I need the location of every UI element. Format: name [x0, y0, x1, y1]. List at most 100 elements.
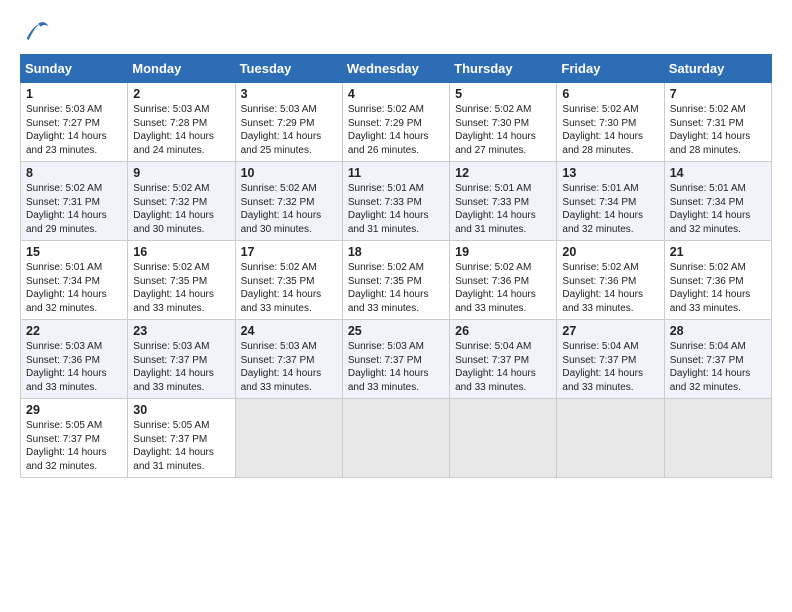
table-row: 18 Sunrise: 5:02 AMSunset: 7:35 PMDaylig…: [342, 241, 449, 320]
day-number: 12: [455, 166, 551, 180]
day-info: Sunrise: 5:04 AMSunset: 7:37 PMDaylight:…: [455, 341, 536, 393]
table-row: 1 Sunrise: 5:03 AMSunset: 7:27 PMDayligh…: [21, 83, 128, 162]
day-number: 19: [455, 245, 551, 259]
table-row: 22 Sunrise: 5:03 AMSunset: 7:36 PMDaylig…: [21, 320, 128, 399]
col-friday: Friday: [557, 55, 664, 83]
day-info: Sunrise: 5:01 AMSunset: 7:34 PMDaylight:…: [26, 262, 107, 314]
day-number: 23: [133, 324, 229, 338]
calendar-header-row: Sunday Monday Tuesday Wednesday Thursday…: [21, 55, 772, 83]
table-row: 10 Sunrise: 5:02 AMSunset: 7:32 PMDaylig…: [235, 162, 342, 241]
day-info: Sunrise: 5:02 AMSunset: 7:32 PMDaylight:…: [133, 183, 214, 235]
day-number: 8: [26, 166, 122, 180]
day-number: 21: [670, 245, 766, 259]
col-sunday: Sunday: [21, 55, 128, 83]
header: [20, 16, 772, 44]
day-number: 3: [241, 87, 337, 101]
day-info: Sunrise: 5:02 AMSunset: 7:36 PMDaylight:…: [562, 262, 643, 314]
day-number: 28: [670, 324, 766, 338]
logo: [20, 16, 56, 44]
day-number: 24: [241, 324, 337, 338]
day-info: Sunrise: 5:05 AMSunset: 7:37 PMDaylight:…: [133, 420, 214, 472]
table-row: 5 Sunrise: 5:02 AMSunset: 7:30 PMDayligh…: [450, 83, 557, 162]
day-number: 9: [133, 166, 229, 180]
day-number: 5: [455, 87, 551, 101]
table-row: 16 Sunrise: 5:02 AMSunset: 7:35 PMDaylig…: [128, 241, 235, 320]
day-number: 13: [562, 166, 658, 180]
day-info: Sunrise: 5:02 AMSunset: 7:35 PMDaylight:…: [133, 262, 214, 314]
table-row: 17 Sunrise: 5:02 AMSunset: 7:35 PMDaylig…: [235, 241, 342, 320]
day-number: 11: [348, 166, 444, 180]
day-info: Sunrise: 5:01 AMSunset: 7:33 PMDaylight:…: [348, 183, 429, 235]
day-info: Sunrise: 5:03 AMSunset: 7:29 PMDaylight:…: [241, 104, 322, 156]
day-number: 1: [26, 87, 122, 101]
table-row: [557, 399, 664, 478]
col-wednesday: Wednesday: [342, 55, 449, 83]
day-number: 26: [455, 324, 551, 338]
table-row: [450, 399, 557, 478]
table-row: 2 Sunrise: 5:03 AMSunset: 7:28 PMDayligh…: [128, 83, 235, 162]
day-number: 25: [348, 324, 444, 338]
day-info: Sunrise: 5:04 AMSunset: 7:37 PMDaylight:…: [670, 341, 751, 393]
calendar-week-row: 15 Sunrise: 5:01 AMSunset: 7:34 PMDaylig…: [21, 241, 772, 320]
day-number: 15: [26, 245, 122, 259]
calendar: Sunday Monday Tuesday Wednesday Thursday…: [20, 54, 772, 478]
table-row: [664, 399, 771, 478]
logo-icon: [20, 16, 52, 44]
calendar-week-row: 22 Sunrise: 5:03 AMSunset: 7:36 PMDaylig…: [21, 320, 772, 399]
col-tuesday: Tuesday: [235, 55, 342, 83]
table-row: 25 Sunrise: 5:03 AMSunset: 7:37 PMDaylig…: [342, 320, 449, 399]
day-info: Sunrise: 5:02 AMSunset: 7:32 PMDaylight:…: [241, 183, 322, 235]
day-info: Sunrise: 5:02 AMSunset: 7:31 PMDaylight:…: [26, 183, 107, 235]
table-row: 27 Sunrise: 5:04 AMSunset: 7:37 PMDaylig…: [557, 320, 664, 399]
table-row: 19 Sunrise: 5:02 AMSunset: 7:36 PMDaylig…: [450, 241, 557, 320]
table-row: 14 Sunrise: 5:01 AMSunset: 7:34 PMDaylig…: [664, 162, 771, 241]
table-row: 23 Sunrise: 5:03 AMSunset: 7:37 PMDaylig…: [128, 320, 235, 399]
table-row: 29 Sunrise: 5:05 AMSunset: 7:37 PMDaylig…: [21, 399, 128, 478]
day-number: 6: [562, 87, 658, 101]
table-row: 13 Sunrise: 5:01 AMSunset: 7:34 PMDaylig…: [557, 162, 664, 241]
day-info: Sunrise: 5:02 AMSunset: 7:29 PMDaylight:…: [348, 104, 429, 156]
day-info: Sunrise: 5:02 AMSunset: 7:36 PMDaylight:…: [455, 262, 536, 314]
day-number: 17: [241, 245, 337, 259]
table-row: 4 Sunrise: 5:02 AMSunset: 7:29 PMDayligh…: [342, 83, 449, 162]
day-number: 30: [133, 403, 229, 417]
table-row: 30 Sunrise: 5:05 AMSunset: 7:37 PMDaylig…: [128, 399, 235, 478]
day-info: Sunrise: 5:02 AMSunset: 7:35 PMDaylight:…: [348, 262, 429, 314]
day-info: Sunrise: 5:02 AMSunset: 7:35 PMDaylight:…: [241, 262, 322, 314]
day-info: Sunrise: 5:01 AMSunset: 7:34 PMDaylight:…: [670, 183, 751, 235]
col-saturday: Saturday: [664, 55, 771, 83]
day-number: 29: [26, 403, 122, 417]
table-row: [235, 399, 342, 478]
table-row: 11 Sunrise: 5:01 AMSunset: 7:33 PMDaylig…: [342, 162, 449, 241]
table-row: 24 Sunrise: 5:03 AMSunset: 7:37 PMDaylig…: [235, 320, 342, 399]
calendar-week-row: 1 Sunrise: 5:03 AMSunset: 7:27 PMDayligh…: [21, 83, 772, 162]
col-thursday: Thursday: [450, 55, 557, 83]
table-row: 9 Sunrise: 5:02 AMSunset: 7:32 PMDayligh…: [128, 162, 235, 241]
day-number: 7: [670, 87, 766, 101]
table-row: 8 Sunrise: 5:02 AMSunset: 7:31 PMDayligh…: [21, 162, 128, 241]
day-number: 16: [133, 245, 229, 259]
day-number: 27: [562, 324, 658, 338]
day-number: 22: [26, 324, 122, 338]
day-number: 14: [670, 166, 766, 180]
day-info: Sunrise: 5:02 AMSunset: 7:30 PMDaylight:…: [562, 104, 643, 156]
col-monday: Monday: [128, 55, 235, 83]
table-row: 15 Sunrise: 5:01 AMSunset: 7:34 PMDaylig…: [21, 241, 128, 320]
day-info: Sunrise: 5:01 AMSunset: 7:34 PMDaylight:…: [562, 183, 643, 235]
table-row: 28 Sunrise: 5:04 AMSunset: 7:37 PMDaylig…: [664, 320, 771, 399]
day-info: Sunrise: 5:02 AMSunset: 7:36 PMDaylight:…: [670, 262, 751, 314]
day-info: Sunrise: 5:03 AMSunset: 7:37 PMDaylight:…: [241, 341, 322, 393]
day-info: Sunrise: 5:03 AMSunset: 7:27 PMDaylight:…: [26, 104, 107, 156]
calendar-week-row: 8 Sunrise: 5:02 AMSunset: 7:31 PMDayligh…: [21, 162, 772, 241]
day-info: Sunrise: 5:04 AMSunset: 7:37 PMDaylight:…: [562, 341, 643, 393]
day-info: Sunrise: 5:02 AMSunset: 7:31 PMDaylight:…: [670, 104, 751, 156]
table-row: 21 Sunrise: 5:02 AMSunset: 7:36 PMDaylig…: [664, 241, 771, 320]
table-row: [342, 399, 449, 478]
day-info: Sunrise: 5:03 AMSunset: 7:28 PMDaylight:…: [133, 104, 214, 156]
day-info: Sunrise: 5:01 AMSunset: 7:33 PMDaylight:…: [455, 183, 536, 235]
table-row: 3 Sunrise: 5:03 AMSunset: 7:29 PMDayligh…: [235, 83, 342, 162]
day-info: Sunrise: 5:03 AMSunset: 7:36 PMDaylight:…: [26, 341, 107, 393]
day-number: 2: [133, 87, 229, 101]
table-row: 20 Sunrise: 5:02 AMSunset: 7:36 PMDaylig…: [557, 241, 664, 320]
day-number: 4: [348, 87, 444, 101]
